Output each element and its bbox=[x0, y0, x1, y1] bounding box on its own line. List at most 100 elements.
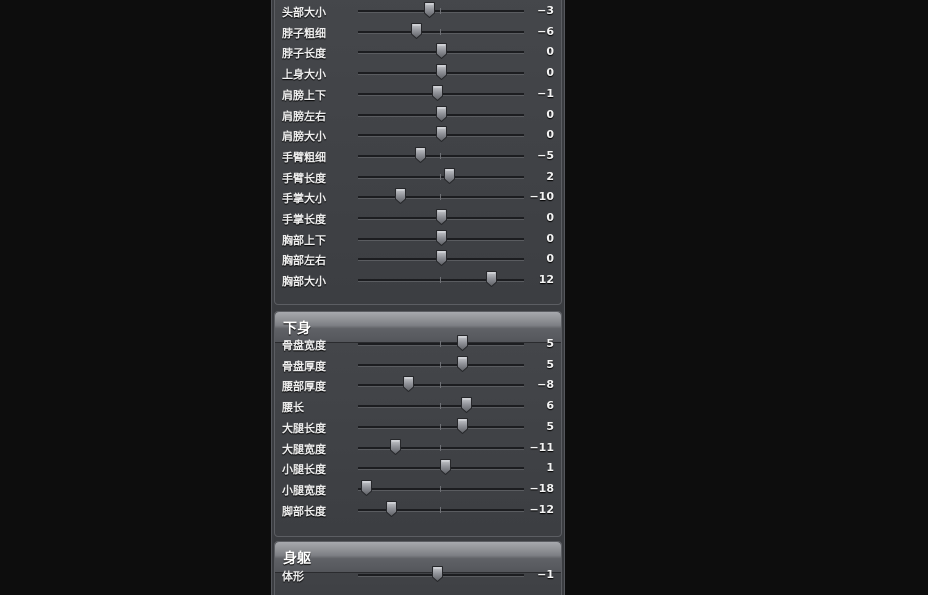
slider-value: 5 bbox=[546, 357, 554, 371]
slider-thumb[interactable] bbox=[436, 229, 447, 246]
slider-label: 大腿宽度 bbox=[282, 442, 326, 456]
slider-center-tick bbox=[440, 361, 441, 368]
slider-thumb[interactable] bbox=[390, 438, 402, 455]
slider-center-tick bbox=[440, 485, 441, 492]
slider-row: 小腿宽度 −18 bbox=[275, 479, 561, 500]
slider-row: 胸部大小 12 bbox=[275, 270, 561, 291]
slider-row: 脖子长度 0 bbox=[275, 42, 561, 63]
slider-track[interactable] bbox=[358, 405, 524, 409]
slider-thumb[interactable] bbox=[415, 146, 427, 164]
slider-thumb[interactable] bbox=[386, 500, 398, 517]
slider-label: 骨盘厚度 bbox=[282, 359, 326, 373]
slider-row: 手掌长度 0 bbox=[275, 208, 561, 229]
slider-thumb[interactable] bbox=[436, 43, 447, 60]
slider-thumb[interactable] bbox=[431, 84, 443, 101]
slider-thumb[interactable] bbox=[361, 479, 373, 497]
slider-thumb[interactable] bbox=[436, 250, 447, 267]
slider-label: 上身大小 bbox=[282, 68, 326, 82]
slider-value: 0 bbox=[546, 231, 554, 245]
slider-label: 手掌长度 bbox=[282, 213, 326, 226]
slider-label: 小腿长度 bbox=[282, 463, 326, 477]
section-2: 下身 骨盘宽度 5 骨盘厚度 5 腰部厚度 −8 腰长 6 大腿长度 5 大腿宽度 −11 小腿长度 1 小腿… bbox=[274, 311, 562, 537]
slider-label: 体形 bbox=[282, 570, 304, 583]
slider-label: 胸部左右 bbox=[282, 254, 326, 268]
slider-label: 胸部上下 bbox=[282, 233, 326, 247]
slider-center-tick bbox=[440, 277, 441, 284]
slider-track[interactable] bbox=[358, 196, 524, 200]
slider-value: −5 bbox=[537, 148, 554, 162]
slider-row: 手臂粗细 −5 bbox=[275, 146, 561, 167]
slider-label: 骨盘宽度 bbox=[282, 339, 326, 352]
slider-label: 手臂长度 bbox=[282, 171, 326, 185]
slider-track[interactable] bbox=[358, 30, 524, 34]
slider-row: 上身大小 0 bbox=[275, 63, 561, 84]
slider-track[interactable] bbox=[358, 425, 524, 429]
slider-value: 5 bbox=[546, 419, 554, 433]
slider-thumb[interactable] bbox=[456, 335, 468, 352]
slider-thumb[interactable] bbox=[460, 397, 472, 414]
slider-center-tick bbox=[440, 152, 441, 159]
slider-row: 肩膀大小 0 bbox=[275, 125, 561, 146]
slider-track[interactable] bbox=[358, 175, 524, 179]
slider-value: 0 bbox=[546, 128, 554, 142]
slider-value: −3 bbox=[537, 4, 554, 17]
slider-track[interactable] bbox=[358, 154, 524, 158]
slider-value: −6 bbox=[537, 24, 554, 38]
slider-value: −11 bbox=[529, 440, 554, 454]
slider-track[interactable] bbox=[358, 279, 524, 283]
slider-value: −18 bbox=[529, 481, 554, 495]
slider-thumb[interactable] bbox=[436, 209, 447, 226]
slider-row: 大腿长度 5 bbox=[275, 417, 561, 438]
slider-thumb[interactable] bbox=[431, 566, 443, 583]
slider-thumb[interactable] bbox=[402, 376, 414, 393]
slider-value: −1 bbox=[537, 568, 554, 581]
slider-thumb[interactable] bbox=[411, 22, 423, 39]
slider-value: −12 bbox=[529, 502, 554, 516]
slider-track[interactable] bbox=[358, 10, 524, 13]
slider-thumb[interactable] bbox=[444, 167, 456, 184]
slider-value: −1 bbox=[537, 86, 554, 100]
slider-row: 腰部厚度 −8 bbox=[275, 375, 561, 396]
slider-label: 小腿宽度 bbox=[282, 483, 326, 497]
body-shape-panel: 头部大小 −3 脖子粗细 −6 脖子长度 0 上身大小 0 肩膀上下 −1 肩膀左右 0 肩膀大小 0 手臂… bbox=[271, 0, 565, 595]
slider-thumb[interactable] bbox=[440, 459, 452, 476]
slider-center-tick bbox=[440, 423, 441, 430]
slider-thumb[interactable] bbox=[485, 271, 497, 288]
slider-thumb[interactable] bbox=[436, 126, 447, 143]
slider-track[interactable] bbox=[358, 446, 524, 450]
slider-thumb[interactable] bbox=[456, 355, 468, 372]
slider-label: 手掌大小 bbox=[282, 192, 326, 206]
slider-row: 骨盘宽度 5 bbox=[275, 334, 561, 355]
slider-value: 2 bbox=[546, 169, 554, 183]
slider-row: 小腿长度 1 bbox=[275, 458, 561, 479]
slider-row: 大腿宽度 −11 bbox=[275, 438, 561, 459]
slider-row: 肩膀左右 0 bbox=[275, 105, 561, 126]
slider-value: 12 bbox=[538, 273, 554, 287]
slider-thumb[interactable] bbox=[394, 188, 406, 205]
slider-label: 脖子粗细 bbox=[282, 26, 326, 40]
slider-center-tick bbox=[440, 194, 441, 201]
slider-row: 体形 −1 bbox=[275, 565, 561, 586]
slider-row: 手掌大小 −10 bbox=[275, 187, 561, 208]
slider-value: 0 bbox=[546, 66, 554, 80]
slider-value: 6 bbox=[546, 399, 554, 413]
slider-label: 腰部厚度 bbox=[282, 380, 326, 394]
slider-track[interactable] bbox=[358, 384, 524, 388]
slider-track[interactable] bbox=[358, 487, 524, 491]
slider-track[interactable] bbox=[358, 363, 524, 367]
slider-value: −8 bbox=[537, 378, 554, 392]
slider-value: 0 bbox=[546, 252, 554, 266]
slider-track[interactable] bbox=[358, 508, 524, 512]
slider-track[interactable] bbox=[358, 343, 524, 346]
slider-row: 胸部左右 0 bbox=[275, 249, 561, 270]
slider-thumb[interactable] bbox=[456, 417, 468, 434]
slider-center-tick bbox=[440, 341, 441, 347]
slider-thumb[interactable] bbox=[436, 105, 447, 122]
slider-center-tick bbox=[440, 173, 441, 180]
slider-label: 肩膀大小 bbox=[282, 130, 326, 144]
section-3: 身躯 体形 −1 bbox=[274, 541, 562, 595]
slider-thumb[interactable] bbox=[436, 64, 447, 81]
slider-thumb[interactable] bbox=[423, 2, 435, 19]
slider-label: 胸部大小 bbox=[282, 275, 326, 289]
slider-row: 胸部上下 0 bbox=[275, 229, 561, 250]
